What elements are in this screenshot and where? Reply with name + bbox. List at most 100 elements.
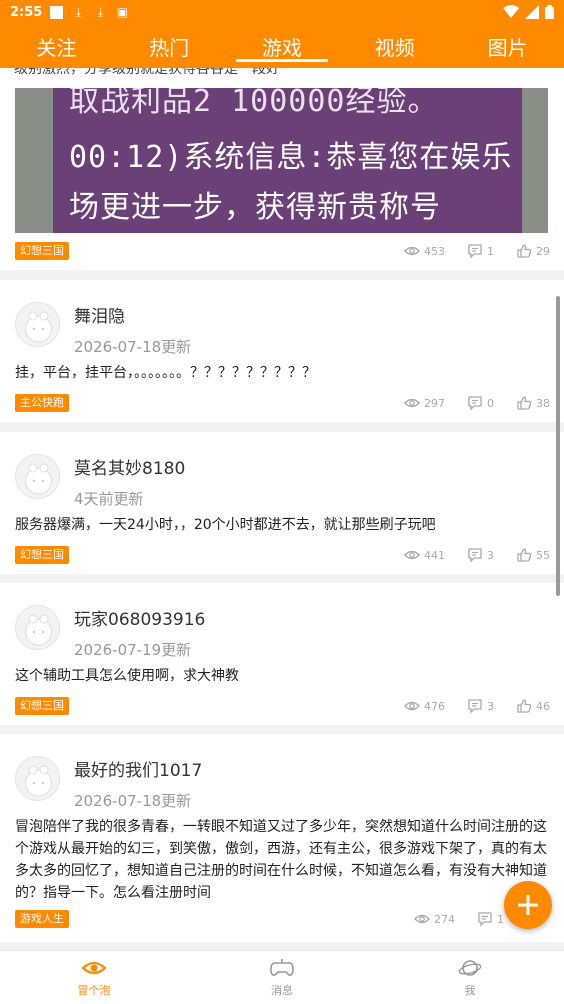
likes-stat[interactable]: 46 bbox=[516, 698, 550, 714]
download-icon: ⤓ bbox=[75, 5, 81, 19]
comment-icon bbox=[468, 699, 482, 714]
post-stats: 297 0 38 bbox=[382, 395, 550, 411]
wifi-icon bbox=[503, 5, 519, 18]
notification-square-icon bbox=[50, 5, 64, 19]
comment-icon bbox=[468, 396, 482, 411]
views-count: 297 bbox=[424, 396, 445, 410]
username[interactable]: 舞泪隐 bbox=[74, 302, 125, 327]
post-feed[interactable]: 级别激烈，分享级别就是获得各谷是一段好 取战利品2 100000经验。 00:1… bbox=[0, 68, 564, 950]
thumbs-up-icon bbox=[517, 548, 532, 562]
nav-messages[interactable]: 消息 bbox=[188, 951, 376, 1004]
nav-label: 我 bbox=[464, 984, 476, 997]
views-stat: 476 bbox=[404, 698, 445, 714]
comments-stat[interactable]: 1 bbox=[477, 911, 504, 927]
post-stats: 476 3 46 bbox=[382, 698, 550, 714]
default-avatar-icon bbox=[25, 463, 52, 495]
download-icon-2: ⤓ bbox=[97, 5, 103, 19]
avatar[interactable] bbox=[15, 302, 60, 347]
post-text: 服务器爆满，一天24小时，，20个小时都进不去，就让那些刷子玩吧 bbox=[15, 517, 436, 533]
top-tab-bar: 关注 热门 游戏 视频 图片 bbox=[0, 24, 564, 68]
update-time: 2026-07-19更新 bbox=[74, 641, 192, 659]
likes-stat[interactable]: 29 bbox=[516, 243, 550, 259]
comments-stat[interactable]: 3 bbox=[467, 698, 494, 714]
tab-label: 游戏 bbox=[261, 35, 302, 60]
tab-label: 图片 bbox=[487, 35, 528, 60]
post-text: 级别激烈，分享级别就是获得各谷是一段好 bbox=[14, 68, 280, 77]
likes-count: 29 bbox=[536, 244, 550, 258]
game-tag[interactable]: 幻想三国 bbox=[15, 242, 69, 260]
post-image[interactable]: 取战利品2 100000经验。 00:12)系统信息:恭喜您在娱乐 场更进一步，… bbox=[15, 88, 548, 233]
views-stat: 453 bbox=[404, 243, 445, 259]
views-count: 441 bbox=[424, 548, 445, 562]
likes-count: 55 bbox=[536, 548, 550, 562]
post-stats: 453 1 29 bbox=[382, 243, 550, 259]
image-text-line: 场更进一步，获得新贵称号 bbox=[69, 190, 441, 225]
post-text: 这个辅助工具怎么使用啊，求大神教 bbox=[15, 668, 239, 684]
eye-icon bbox=[404, 550, 420, 560]
post-card[interactable]: 级别激烈，分享级别就是获得各谷是一段好 取战利品2 100000经验。 00:1… bbox=[0, 68, 564, 270]
default-avatar-icon bbox=[25, 614, 52, 646]
comments-count: 1 bbox=[497, 912, 504, 926]
plus-icon bbox=[518, 895, 538, 915]
add-post-button[interactable] bbox=[504, 881, 552, 929]
eye-icon bbox=[414, 914, 430, 924]
tab-hot[interactable]: 热门 bbox=[113, 24, 226, 68]
app-notification-icon: ▣ bbox=[116, 5, 129, 19]
tab-games[interactable]: 游戏 bbox=[226, 24, 339, 68]
status-time: 2:55 bbox=[10, 4, 43, 20]
game-tag[interactable]: 幻想三国 bbox=[15, 697, 69, 715]
post-image-content: 取战利品2 100000经验。 00:12)系统信息:恭喜您在娱乐 场更进一步，… bbox=[53, 88, 522, 233]
comment-icon bbox=[468, 548, 482, 563]
comments-stat[interactable]: 1 bbox=[467, 243, 494, 259]
tab-follow[interactable]: 关注 bbox=[0, 24, 113, 68]
nav-label: 冒个泡 bbox=[77, 984, 111, 997]
post-text: 挂，平台，挂平台，。。。。。。。？？？？？？？？？ bbox=[15, 365, 316, 381]
likes-count: 38 bbox=[536, 396, 550, 410]
username[interactable]: 玩家068093916 bbox=[74, 605, 205, 630]
comments-stat[interactable]: 0 bbox=[467, 395, 494, 411]
post-card[interactable]: 最好的我们1017 2026-07-18更新 冒泡陪伴了我的很多青春，一转眼不知… bbox=[0, 734, 564, 942]
avatar[interactable] bbox=[15, 756, 60, 801]
tab-label: 关注 bbox=[36, 35, 77, 60]
tab-video[interactable]: 视频 bbox=[338, 24, 451, 68]
post-card[interactable]: 舞泪隐 2026-07-18更新 挂，平台，挂平台，。。。。。。。？？？？？？？… bbox=[0, 280, 564, 422]
update-time: 2026-07-18更新 bbox=[74, 338, 192, 356]
planet-icon bbox=[458, 960, 482, 976]
post-stats: 441 3 55 bbox=[382, 547, 550, 563]
game-tag[interactable]: 主公快跑 bbox=[15, 394, 69, 412]
scrollbar[interactable] bbox=[556, 296, 560, 596]
comments-count: 0 bbox=[487, 396, 494, 410]
nav-label: 消息 bbox=[271, 984, 293, 997]
eye-icon bbox=[404, 246, 420, 256]
comments-count: 1 bbox=[487, 244, 494, 258]
update-time: 4天前更新 bbox=[74, 490, 144, 508]
views-stat: 274 bbox=[414, 911, 455, 927]
username[interactable]: 最好的我们1017 bbox=[74, 756, 202, 781]
tab-pictures[interactable]: 图片 bbox=[451, 24, 564, 68]
thumbs-up-icon bbox=[517, 699, 532, 713]
status-bar: 2:55 ⤓ ⤓ ▣ bbox=[0, 0, 564, 24]
battery-icon bbox=[545, 5, 554, 19]
nav-me[interactable]: 我 bbox=[376, 951, 564, 1004]
nav-bubble[interactable]: 冒个泡 bbox=[0, 951, 188, 1004]
tab-label: 热门 bbox=[149, 35, 190, 60]
comments-count: 3 bbox=[487, 699, 494, 713]
views-stat: 441 bbox=[404, 547, 445, 563]
avatar[interactable] bbox=[15, 605, 60, 650]
post-card[interactable]: 莫名其妙8180 4天前更新 服务器爆满，一天24小时，，20个小时都进不去，就… bbox=[0, 432, 564, 574]
post-card[interactable]: 玩家068093916 2026-07-19更新 这个辅助工具怎么使用啊，求大神… bbox=[0, 583, 564, 725]
likes-stat[interactable]: 38 bbox=[516, 395, 550, 411]
views-count: 274 bbox=[434, 912, 455, 926]
game-tag[interactable]: 游戏人生 bbox=[15, 910, 69, 928]
comments-stat[interactable]: 3 bbox=[467, 547, 494, 563]
likes-stat[interactable]: 55 bbox=[516, 547, 550, 563]
game-tag[interactable]: 幻想三国 bbox=[15, 546, 69, 564]
comment-icon bbox=[478, 912, 492, 927]
app-root: 2:55 ⤓ ⤓ ▣ 关注 热门 游戏 视频 图片 级别激烈，分享级别就是获得各… bbox=[0, 0, 564, 1004]
thumbs-up-icon bbox=[517, 244, 532, 258]
post-stats: 274 1 bbox=[392, 911, 504, 927]
bottom-nav: 冒个泡 消息 我 bbox=[0, 950, 564, 1004]
username[interactable]: 莫名其妙8180 bbox=[74, 454, 185, 479]
avatar[interactable] bbox=[15, 454, 60, 499]
eye-icon bbox=[82, 961, 106, 975]
